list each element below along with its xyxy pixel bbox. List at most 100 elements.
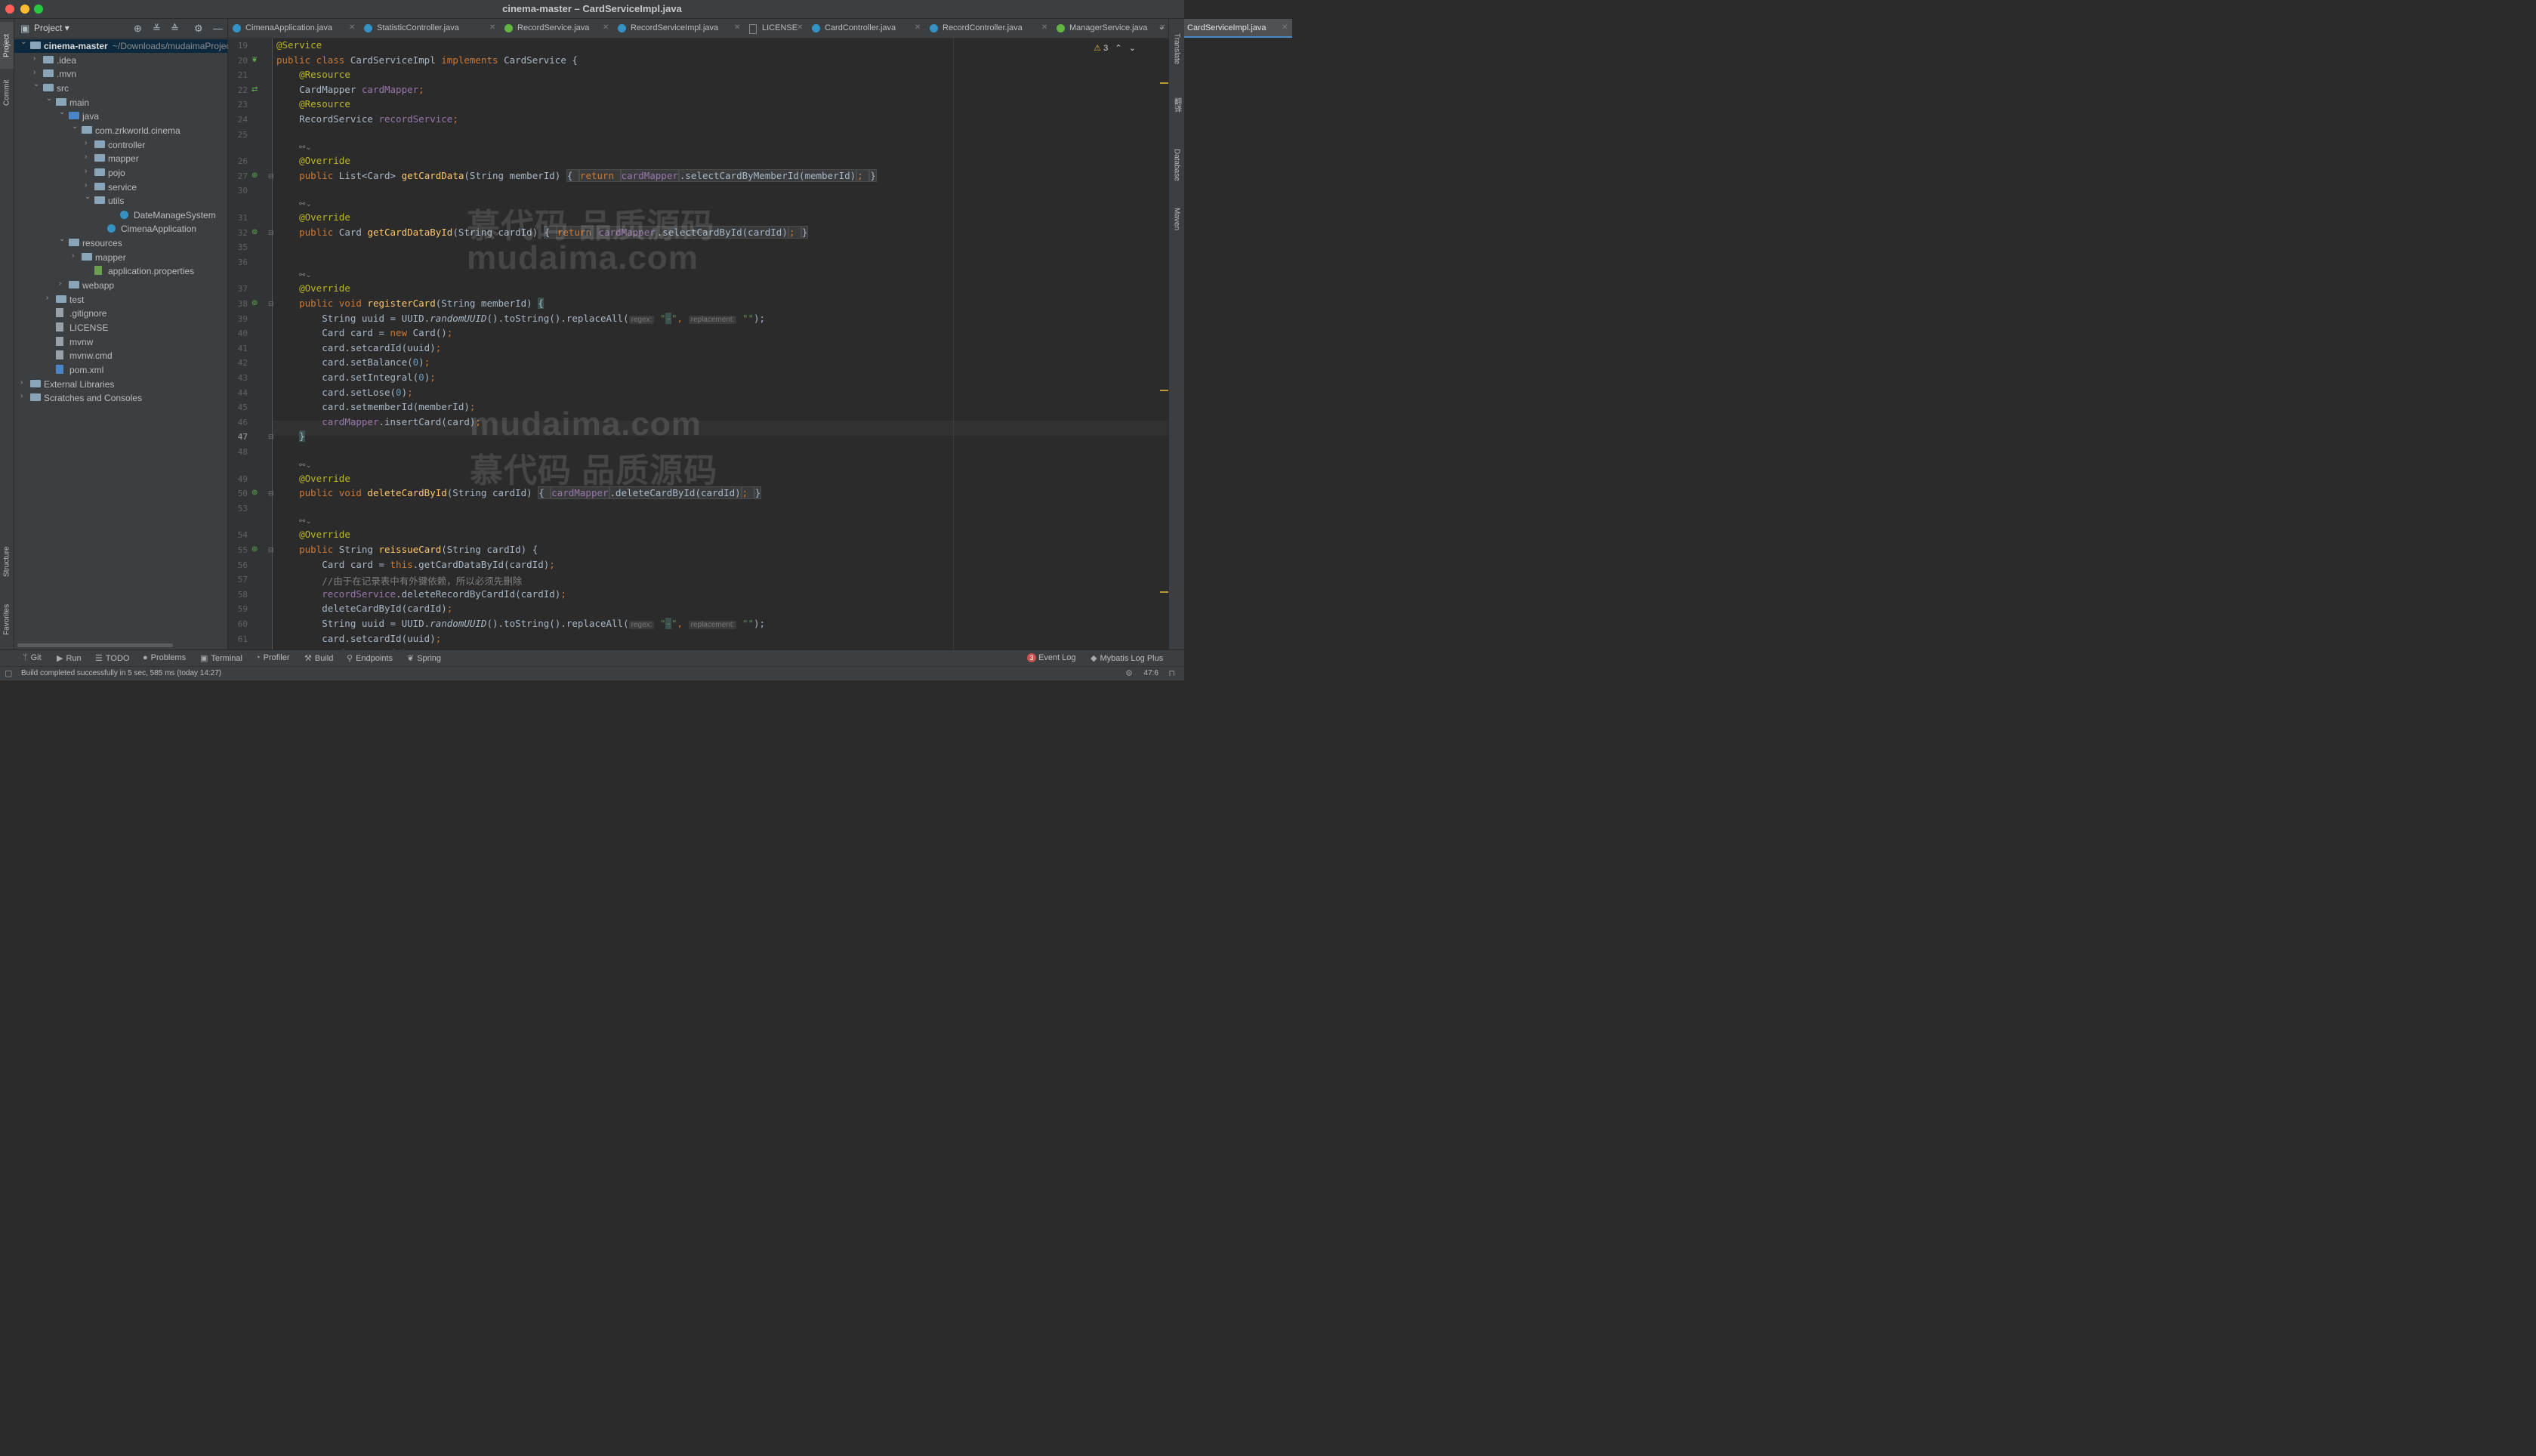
close-icon[interactable]: ✕ [489,23,495,32]
code-line[interactable]: card.setIntegral(0); [276,372,436,386]
code-line[interactable]: @Override [276,282,350,297]
tree-item--gitignore[interactable]: .gitignore [14,307,227,320]
tree-item-webapp[interactable]: › webapp [14,279,227,292]
tree-item-utils[interactable]: ⌄ utils [14,193,227,208]
code-line[interactable]: card.setmemberId(memberId); [276,401,475,415]
close-icon[interactable]: ✕ [349,23,355,32]
project-tool-tab[interactable]: Project [0,22,14,69]
code-line[interactable]: cardMapper.insertCard(card); [276,416,481,430]
event-log-tab[interactable]: 3 Event Log [1027,653,1076,662]
code-line[interactable]: CardMapper cardMapper; [276,84,424,98]
chevron-down-icon[interactable]: ⌄ [33,80,39,88]
code-line[interactable]: String uuid = UUID.randomUUID().toString… [276,618,765,632]
fold-icon[interactable]: ⊟ [268,300,274,308]
chevron-down-icon[interactable]: ⌄ [72,122,78,131]
translate-tool-tab[interactable]: Translate [1169,22,1184,76]
chevron-down-icon[interactable]: ⌄ [59,108,65,116]
code-line[interactable]: card.setLose(0); [276,387,412,401]
reader-mode-icon[interactable]: ⚙ [1125,668,1133,678]
chevron-right-icon[interactable]: › [85,167,87,175]
tree-item-external-libraries[interactable]: › External Libraries [14,378,227,391]
tree-item--idea[interactable]: › .idea [14,54,227,67]
project-view-selector[interactable]: Project ▾ [34,23,69,33]
status-toggle-icon[interactable]: ▢ [5,668,12,678]
tree-item--mvn[interactable]: › .mvn [14,67,227,81]
code-line[interactable]: recordService.deleteRecordByCardId(cardI… [276,588,566,603]
tree-item-mvnw-cmd[interactable]: mvnw.cmd [14,349,227,362]
bean-navigation-icon[interactable]: ⇄ [251,85,258,94]
database-tool-tab[interactable]: Database [1169,140,1184,190]
fold-icon[interactable]: ⊟ [268,546,274,554]
tree-item-src[interactable]: ⌄ src [14,80,227,95]
tree-item-cimenaapplication[interactable]: CimenaApplication [14,222,227,236]
bottom-tab-git[interactable]: ᛘ Git [23,653,42,662]
code-line[interactable]: public void registerCard(String memberId… [276,298,544,312]
tree-horizontal-scrollbar[interactable] [17,643,173,647]
bottom-tab-problems[interactable]: ● Problems [143,653,186,662]
code-line[interactable]: Card card = new Card(); [276,327,452,341]
bottom-tab-spring[interactable]: ❦ Spring [407,653,441,663]
hide-panel-icon[interactable]: — [213,23,223,34]
tab-license[interactable]: LICENSE ✕ [745,19,807,38]
close-icon[interactable]: ✕ [1282,23,1288,32]
close-icon[interactable]: ✕ [797,23,803,32]
chevron-right-icon[interactable]: › [20,378,23,387]
code-editor[interactable]: 19 20 ❦ 21 22 ⇄ 23 24 25 26 27 ⊚ ⊟ 30 31 32 ⊚ ⊟ 35 36 37 38 ⊚ ⊟… [228,39,1169,659]
next-highlight-icon[interactable]: ⌄ [1129,44,1136,53]
chevron-right-icon[interactable]: › [20,392,23,400]
chevron-down-icon[interactable]: ⌄ [20,38,26,46]
override-icon[interactable]: ⊚ [251,299,258,307]
chevron-right-icon[interactable]: › [85,139,87,147]
override-icon[interactable]: ⊚ [251,228,258,236]
chevron-down-icon[interactable]: ⌄ [46,94,52,103]
tab-recordserviceimpl[interactable]: RecordServiceImpl.java ✕ [613,19,745,38]
chevron-right-icon[interactable]: › [72,251,74,260]
code-line[interactable]: public String reissueCard(String cardId)… [276,544,538,558]
chevron-right-icon[interactable]: › [85,153,87,161]
prev-highlight-icon[interactable]: ⌃ [1115,44,1121,53]
fold-icon[interactable]: ⊟ [268,172,274,180]
collapse-all-icon[interactable]: ≙ [171,23,179,35]
code-line[interactable]: @Service [276,39,322,54]
code-line[interactable]: @Override [276,529,350,543]
tree-item-pom-xml[interactable]: pom.xml [14,363,227,377]
close-icon[interactable]: ✕ [915,23,921,32]
tree-item-mvnw[interactable]: mvnw [14,335,227,349]
override-icon[interactable]: ⊚ [251,171,258,180]
bottom-tab-build[interactable]: ⚒ Build [304,653,333,663]
bottom-tab-terminal[interactable]: ▣ Terminal [200,653,242,663]
bottom-tab-endpoints[interactable]: ⚲ Endpoints [347,653,393,663]
code-line[interactable]: public class CardServiceImpl implements … [276,54,578,69]
tree-item-resources[interactable]: ⌄ resources [14,235,227,250]
tree-item-mapper[interactable]: › mapper [14,251,227,264]
code-line[interactable]: //由于在记录表中有外键依赖，所以必须先删除 [276,573,522,588]
editor-gutter[interactable]: 19 20 ❦ 21 22 ⇄ 23 24 25 26 27 ⊚ ⊟ 30 31 32 ⊚ ⊟ 35 36 37 38 ⊚ ⊟… [228,39,274,659]
chevron-right-icon[interactable]: › [46,294,48,302]
code-line[interactable]: card.setcardId(uuid); [276,633,441,647]
code-line[interactable]: @Resource [276,98,350,113]
expand-all-icon[interactable]: ≚ [153,23,161,35]
bottom-tab-todo[interactable]: ☰ TODO [95,653,129,663]
chevron-right-icon[interactable]: › [33,54,35,63]
favorites-tool-tab[interactable]: Favorites [0,596,14,643]
override-icon[interactable]: ⊚ [251,489,258,497]
tab-recordcontroller[interactable]: RecordController.java ✕ [925,19,1052,38]
close-icon[interactable]: ✕ [1159,23,1165,32]
locate-file-icon[interactable]: ⊕ [134,23,142,35]
status-message[interactable]: Build completed successfully in 5 sec, 5… [21,669,221,677]
tree-item-test[interactable]: › test [14,293,227,307]
tree-item-com-zrkworld-cinema[interactable]: ⌄ com.zrkworld.cinema [14,122,227,137]
fold-icon[interactable]: ⊟ [268,229,274,237]
mybatis-log-tab[interactable]: ◆ Mybatis Log Plus [1091,653,1163,663]
code-line[interactable]: card.setcardId(uuid); [276,342,441,356]
code-line[interactable]: Card card = this.getCardDataById(cardId)… [276,559,555,573]
chevron-right-icon[interactable]: › [59,279,61,288]
code-line[interactable]: @Override [276,473,350,487]
tree-item-application-properties[interactable]: application.properties [14,264,227,278]
code-line[interactable]: @Override [276,211,350,226]
tree-item-license[interactable]: LICENSE [14,321,227,335]
tree-item-datemanagesystem[interactable]: DateManageSystem [14,208,227,222]
code-line[interactable]: deleteCardById(cardId); [276,603,452,617]
chevron-right-icon[interactable]: › [33,68,35,76]
structure-tool-tab[interactable]: Structure [0,538,14,585]
